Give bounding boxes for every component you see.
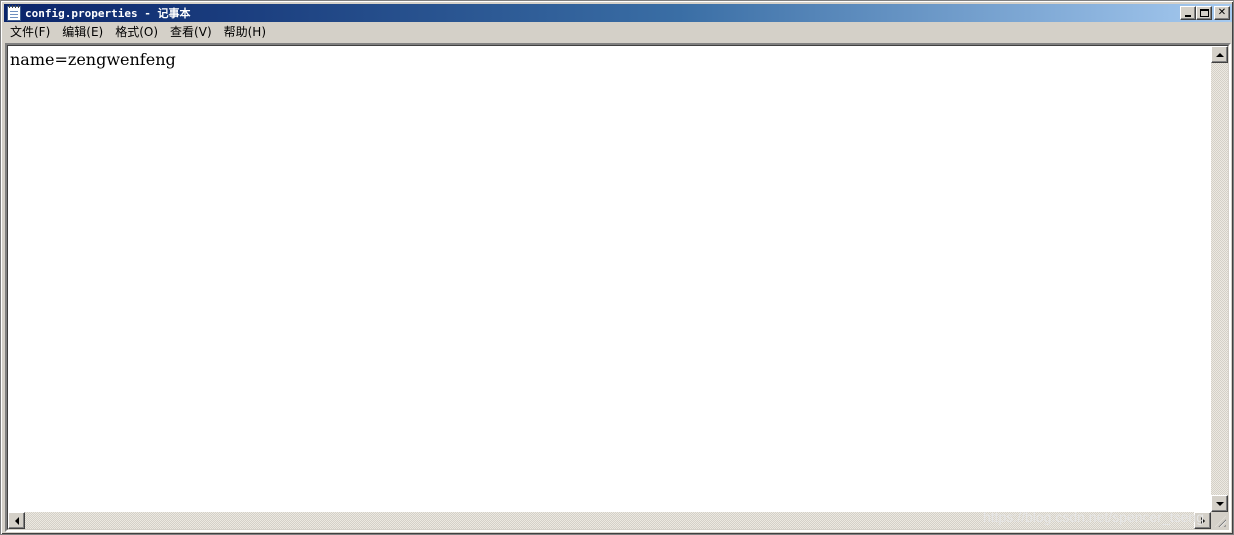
arrow-left-icon [14, 516, 19, 525]
window-controls: ✕ [1180, 6, 1230, 20]
arrow-up-icon [1215, 52, 1224, 57]
editor-frame: name=zengwenfeng https://blog.csdn.net/s [5, 43, 1231, 532]
notepad-window: config.properties - 记事本 ✕ 文件(F) 编辑(E) 格式… [0, 0, 1234, 535]
editor-inner: name=zengwenfeng https://blog.csdn.net/s [7, 45, 1229, 530]
vertical-scrollbar[interactable] [1211, 46, 1228, 512]
resize-grip-icon[interactable] [1211, 512, 1228, 529]
scroll-left-button[interactable] [8, 512, 25, 529]
close-icon: ✕ [1217, 7, 1227, 18]
minimize-button[interactable] [1180, 6, 1196, 20]
menu-view[interactable]: 查看(V) [164, 23, 218, 42]
menu-bar: 文件(F) 编辑(E) 格式(O) 查看(V) 帮助(H) [4, 23, 272, 42]
maximize-icon [1199, 9, 1209, 17]
scroll-up-button[interactable] [1211, 46, 1228, 63]
arrow-down-icon [1215, 501, 1224, 506]
menu-format[interactable]: 格式(O) [109, 23, 164, 42]
notepad-icon[interactable] [7, 4, 21, 21]
menu-file[interactable]: 文件(F) [4, 23, 56, 42]
scroll-down-button[interactable] [1211, 495, 1228, 512]
menu-help[interactable]: 帮助(H) [218, 23, 272, 42]
menu-edit[interactable]: 编辑(E) [56, 23, 109, 42]
maximize-button[interactable] [1196, 6, 1212, 20]
window-title: config.properties - 记事本 [25, 7, 191, 20]
close-button[interactable]: ✕ [1214, 6, 1230, 20]
text-editor[interactable]: name=zengwenfeng [9, 49, 1213, 515]
minimize-icon [1185, 15, 1191, 17]
watermark: https://blog.csdn.net/spencer_tseng [982, 509, 1204, 525]
title-bar[interactable]: config.properties - 记事本 ✕ [4, 4, 1232, 22]
